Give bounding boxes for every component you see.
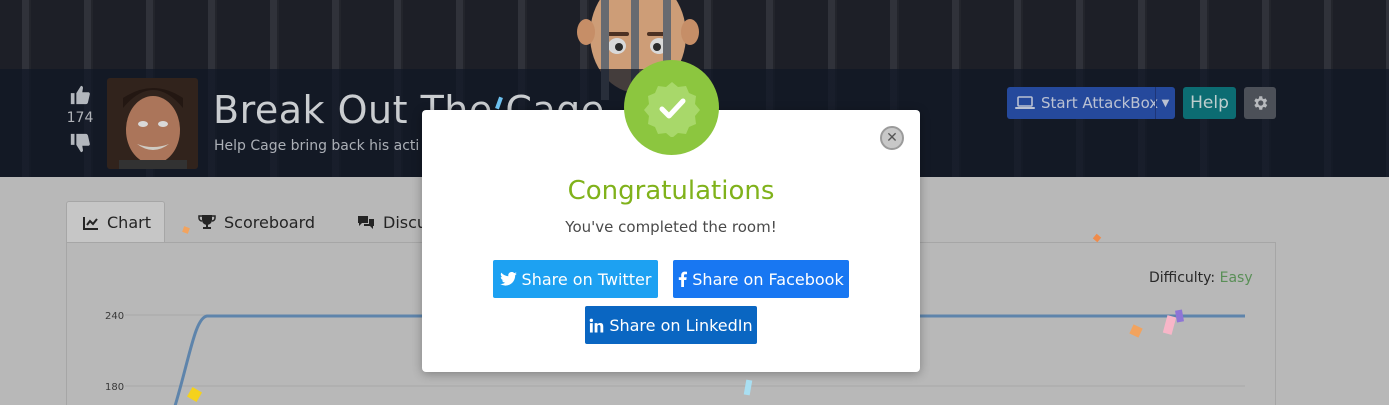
modal-title: Congratulations bbox=[567, 176, 775, 206]
share-facebook-label: Share on Facebook bbox=[692, 269, 844, 289]
linkedin-icon bbox=[589, 318, 604, 333]
close-icon: ✕ bbox=[886, 130, 898, 146]
share-twitter-label: Share on Twitter bbox=[521, 269, 652, 289]
modal-message: You've completed the room! bbox=[565, 218, 777, 236]
twitter-icon bbox=[499, 272, 517, 286]
success-badge bbox=[624, 60, 719, 155]
share-facebook-button[interactable]: Share on Facebook bbox=[673, 260, 849, 298]
share-linkedin-button[interactable]: Share on LinkedIn bbox=[585, 306, 757, 344]
share-twitter-button[interactable]: Share on Twitter bbox=[493, 260, 658, 298]
facebook-icon bbox=[678, 271, 688, 287]
checkmark-badge-icon bbox=[643, 79, 701, 137]
share-linkedin-label: Share on LinkedIn bbox=[609, 315, 753, 335]
close-modal-button[interactable]: ✕ bbox=[880, 126, 904, 150]
